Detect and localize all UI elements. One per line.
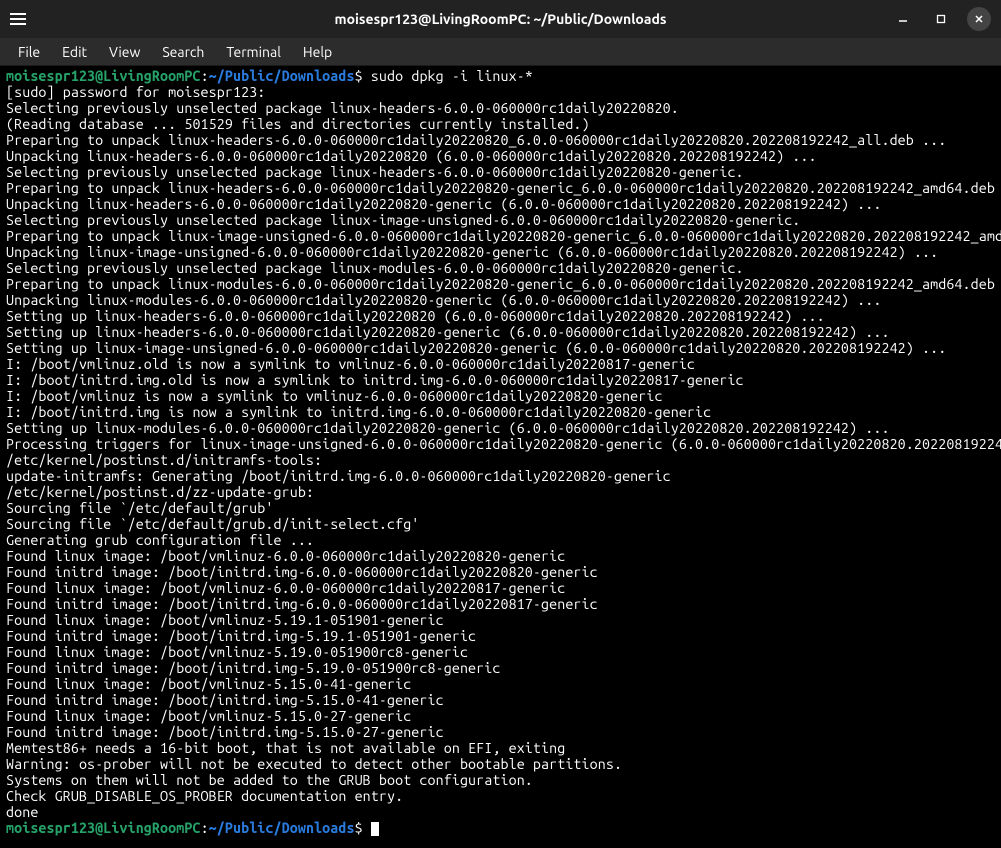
minimize-button[interactable]: [891, 7, 915, 31]
terminal-line: Selecting previously unselected package …: [6, 164, 995, 180]
terminal-line: Systems on them will not be added to the…: [6, 772, 995, 788]
terminal-line: Unpacking linux-headers-6.0.0-060000rc1d…: [6, 196, 995, 212]
terminal-line: Selecting previously unselected package …: [6, 100, 995, 116]
terminal-line: Unpacking linux-image-unsigned-6.0.0-060…: [6, 244, 995, 260]
close-button[interactable]: [967, 7, 991, 31]
command-text: [363, 820, 371, 836]
prompt-path: ~/Public/Downloads: [209, 820, 355, 836]
window-controls: [891, 7, 991, 31]
terminal-line: Found linux image: /boot/vmlinuz-5.19.1-…: [6, 612, 995, 628]
terminal-line: Found linux image: /boot/vmlinuz-5.19.0-…: [6, 644, 995, 660]
maximize-button[interactable]: [929, 7, 953, 31]
prompt-user-host: moisespr123@LivingRoomPC: [6, 68, 201, 84]
terminal-line: Warning: os-prober will not be executed …: [6, 756, 995, 772]
menu-edit[interactable]: Edit: [52, 40, 97, 64]
terminal-line: Found initrd image: /boot/initrd.img-6.0…: [6, 564, 995, 580]
terminal-line: Setting up linux-headers-6.0.0-060000rc1…: [6, 324, 995, 340]
menu-file[interactable]: File: [8, 40, 50, 64]
terminal-line: Preparing to unpack linux-modules-6.0.0-…: [6, 276, 995, 292]
terminal-line: Preparing to unpack linux-headers-6.0.0-…: [6, 180, 995, 196]
terminal-line: Sourcing file `/etc/default/grub.d/init-…: [6, 516, 995, 532]
menu-terminal[interactable]: Terminal: [216, 40, 291, 64]
terminal-line: done: [6, 804, 995, 820]
prompt-colon: :: [201, 68, 209, 84]
terminal-line: I: /boot/vmlinuz is now a symlink to vml…: [6, 388, 995, 404]
prompt-colon: :: [201, 820, 209, 836]
terminal-line: [sudo] password for moisespr123:: [6, 84, 995, 100]
terminal-line: I: /boot/initrd.img is now a symlink to …: [6, 404, 995, 420]
terminal-line: Setting up linux-image-unsigned-6.0.0-06…: [6, 340, 995, 356]
terminal-line: Found linux image: /boot/vmlinuz-5.15.0-…: [6, 676, 995, 692]
terminal-line: Found initrd image: /boot/initrd.img-5.1…: [6, 692, 995, 708]
terminal-line: I: /boot/vmlinuz.old is now a symlink to…: [6, 356, 995, 372]
menu-view[interactable]: View: [99, 40, 150, 64]
terminal-line: /etc/kernel/postinst.d/initramfs-tools:: [6, 452, 995, 468]
hamburger-menu-icon[interactable]: [10, 9, 30, 29]
terminal-body[interactable]: moisespr123@LivingRoomPC:~/Public/Downlo…: [0, 66, 1001, 848]
terminal-line: I: /boot/initrd.img.old is now a symlink…: [6, 372, 995, 388]
terminal-line: Found linux image: /boot/vmlinuz-6.0.0-0…: [6, 548, 995, 564]
terminal-line: Setting up linux-modules-6.0.0-060000rc1…: [6, 420, 995, 436]
cursor: [371, 822, 379, 836]
terminal-line: Setting up linux-headers-6.0.0-060000rc1…: [6, 308, 995, 324]
terminal-line: Found initrd image: /boot/initrd.img-5.1…: [6, 660, 995, 676]
terminal-line: Processing triggers for linux-image-unsi…: [6, 436, 995, 452]
command-text: sudo dpkg -i linux-*: [363, 68, 533, 84]
menu-search[interactable]: Search: [152, 40, 214, 64]
terminal-line: Memtest86+ needs a 16-bit boot, that is …: [6, 740, 995, 756]
terminal-line: /etc/kernel/postinst.d/zz-update-grub:: [6, 484, 995, 500]
prompt-dollar: $: [355, 68, 363, 84]
terminal-line: Generating grub configuration file ...: [6, 532, 995, 548]
terminal-line: Selecting previously unselected package …: [6, 212, 995, 228]
menu-help[interactable]: Help: [293, 40, 342, 64]
terminal-line: moisespr123@LivingRoomPC:~/Public/Downlo…: [6, 820, 995, 836]
terminal-line: Preparing to unpack linux-image-unsigned…: [6, 228, 995, 244]
terminal-line: Check GRUB_DISABLE_OS_PROBER documentati…: [6, 788, 995, 804]
terminal-line: update-initramfs: Generating /boot/initr…: [6, 468, 995, 484]
prompt-user-host: moisespr123@LivingRoomPC: [6, 820, 201, 836]
terminal-line: (Reading database ... 501529 files and d…: [6, 116, 995, 132]
terminal-line: Found linux image: /boot/vmlinuz-6.0.0-0…: [6, 580, 995, 596]
window-title: moisespr123@LivingRoomPC: ~/Public/Downl…: [335, 11, 667, 27]
terminal-line: Sourcing file `/etc/default/grub': [6, 500, 995, 516]
terminal-line: moisespr123@LivingRoomPC:~/Public/Downlo…: [6, 68, 995, 84]
prompt-path: ~/Public/Downloads: [209, 68, 355, 84]
terminal-line: Found initrd image: /boot/initrd.img-6.0…: [6, 596, 995, 612]
terminal-line: Preparing to unpack linux-headers-6.0.0-…: [6, 132, 995, 148]
prompt-dollar: $: [355, 820, 363, 836]
terminal-window: moisespr123@LivingRoomPC: ~/Public/Downl…: [0, 0, 1001, 848]
terminal-line: Unpacking linux-headers-6.0.0-060000rc1d…: [6, 148, 995, 164]
terminal-line: Found linux image: /boot/vmlinuz-5.15.0-…: [6, 708, 995, 724]
titlebar[interactable]: moisespr123@LivingRoomPC: ~/Public/Downl…: [0, 0, 1001, 38]
terminal-line: Selecting previously unselected package …: [6, 260, 995, 276]
menubar: File Edit View Search Terminal Help: [0, 38, 1001, 66]
terminal-line: Unpacking linux-modules-6.0.0-060000rc1d…: [6, 292, 995, 308]
terminal-line: Found initrd image: /boot/initrd.img-5.1…: [6, 628, 995, 644]
terminal-line: Found initrd image: /boot/initrd.img-5.1…: [6, 724, 995, 740]
